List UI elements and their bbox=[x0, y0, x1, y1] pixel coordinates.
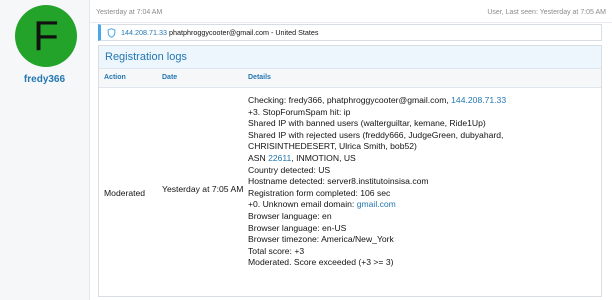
column-date: Date bbox=[162, 74, 178, 81]
detail-text: +3. StopForumSpam hit: ip bbox=[248, 106, 351, 117]
detail-text: ASN bbox=[248, 152, 269, 163]
avatar-letter: F bbox=[33, 12, 59, 59]
detail-text: Country detected: US bbox=[248, 164, 331, 175]
detail-line: Shared IP with banned users (walterguilt… bbox=[248, 118, 597, 130]
message-body: Yesterday at 7:04 AM User, Last seen: Ye… bbox=[90, 0, 612, 300]
detail-text: CHRISINTHEDESERT, Ulrica Smith, bob52) bbox=[248, 141, 417, 152]
panel-title: Registration logs bbox=[99, 46, 601, 69]
detail-line: Country detected: US bbox=[248, 165, 597, 177]
detail-text: Browser language: en-US bbox=[248, 222, 347, 233]
detail-line: ASN 22611, INMOTION, US bbox=[248, 153, 597, 165]
detail-link[interactable]: 22611 bbox=[268, 153, 291, 163]
detail-line: Total score: +3 bbox=[248, 246, 597, 258]
detail-text: +0. Unknown email domain: bbox=[248, 199, 357, 210]
table-row: Moderated Yesterday at 7:05 AM Checking:… bbox=[99, 88, 601, 296]
detail-line: Registration form completed: 106 sec bbox=[248, 188, 597, 200]
detail-text-after: , INMOTION, US bbox=[291, 152, 356, 163]
detail-line: Hostname detected: server8.institutoinsi… bbox=[248, 176, 597, 188]
detail-text: Shared IP with rejected users (freddy666… bbox=[248, 129, 504, 140]
detail-line: Browser timezone: America/New_York bbox=[248, 234, 597, 246]
avatar[interactable]: F bbox=[15, 5, 77, 67]
date-cell: Yesterday at 7:05 AM bbox=[162, 184, 244, 194]
ip-info-text: 144.208.71.33 phatphroggycooter@gmail.co… bbox=[121, 25, 319, 40]
detail-line: +0. Unknown email domain: gmail.com bbox=[248, 199, 597, 211]
detail-text: Total score: +3 bbox=[248, 245, 305, 256]
detail-line: Browser language: en bbox=[248, 211, 597, 223]
detail-text: Registration form completed: 106 sec bbox=[248, 187, 391, 198]
user-sidebar: F fredy366 bbox=[0, 0, 90, 300]
ip-info-bar: 144.208.71.33 phatphroggycooter@gmail.co… bbox=[98, 24, 602, 41]
detail-line: +3. StopForumSpam hit: ip bbox=[248, 107, 597, 119]
column-details: Details bbox=[248, 74, 271, 81]
username-link[interactable]: fredy366 bbox=[0, 74, 89, 85]
detail-line: Shared IP with rejected users (freddy666… bbox=[248, 130, 597, 142]
action-cell: Moderated bbox=[104, 188, 146, 198]
detail-text: Browser language: en bbox=[248, 210, 332, 221]
detail-text: Browser timezone: America/New_York bbox=[248, 234, 394, 245]
detail-text: Moderated. Score exceeded (+3 >= 3) bbox=[248, 257, 394, 268]
detail-text: Shared IP with banned users (walterguilt… bbox=[248, 118, 486, 129]
message-meta: Yesterday at 7:04 AM User, Last seen: Ye… bbox=[90, 0, 612, 23]
detail-link[interactable]: gmail.com bbox=[357, 199, 396, 209]
post-date[interactable]: Yesterday at 7:04 AM bbox=[96, 9, 162, 16]
detail-line: Browser language: en-US bbox=[248, 223, 597, 235]
detail-line: CHRISINTHEDESERT, Ulrica Smith, bob52) bbox=[248, 141, 597, 153]
detail-text: Checking: fredy366, phatphroggycooter@gm… bbox=[248, 95, 452, 105]
detail-line: Checking: fredy366, phatphroggycooter@gm… bbox=[248, 95, 597, 107]
detail-link[interactable]: 144.208.71.33 bbox=[451, 95, 506, 105]
ip-link[interactable]: 144.208.71.33 bbox=[121, 28, 167, 37]
registration-logs-panel: Registration logs Action Date Details Mo… bbox=[98, 45, 602, 297]
table-header: Action Date Details bbox=[99, 69, 601, 88]
last-seen-text: User, Last seen: Yesterday at 7:05 AM bbox=[487, 9, 606, 16]
email-location: phatphroggycooter@gmail.com - United Sta… bbox=[168, 28, 319, 37]
detail-text: Hostname detected: server8.institutoinsi… bbox=[248, 176, 429, 187]
detail-line: Moderated. Score exceeded (+3 >= 3) bbox=[248, 257, 597, 269]
column-action: Action bbox=[104, 74, 126, 81]
details-cell: Checking: fredy366, phatphroggycooter@gm… bbox=[248, 95, 597, 269]
shield-icon bbox=[107, 28, 116, 38]
